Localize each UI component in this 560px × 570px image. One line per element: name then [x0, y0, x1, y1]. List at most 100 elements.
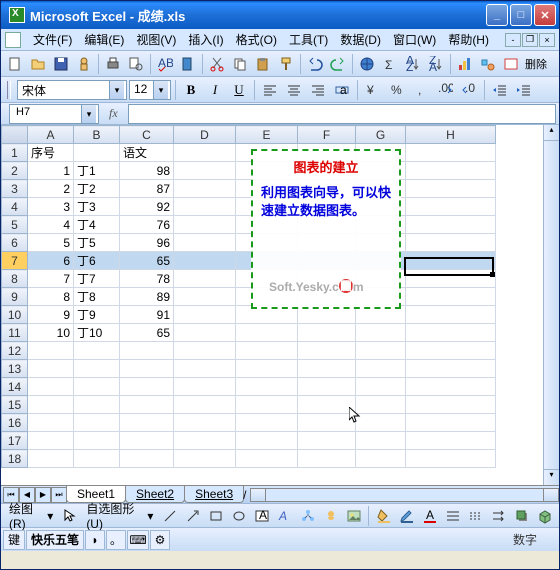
cell-G15[interactable] — [356, 396, 406, 414]
cell-A16[interactable] — [28, 414, 74, 432]
arrow-style-button[interactable] — [488, 505, 509, 527]
select-all-corner[interactable] — [2, 126, 28, 144]
cell-B1[interactable] — [74, 144, 120, 162]
percent-button[interactable]: % — [386, 79, 408, 101]
merge-center-button[interactable]: a — [331, 79, 353, 101]
currency-button[interactable]: ¥ — [362, 79, 384, 101]
row-header-1[interactable]: 1 — [2, 144, 28, 162]
align-right-button[interactable] — [307, 79, 329, 101]
cell-H7[interactable] — [406, 252, 496, 270]
open-button[interactable] — [27, 53, 49, 75]
cell-A18[interactable] — [28, 450, 74, 468]
font-selector[interactable]: 宋体 — [17, 80, 127, 100]
col-header-A[interactable]: A — [28, 126, 74, 144]
cell-F15[interactable] — [298, 396, 356, 414]
line-style-button[interactable] — [442, 505, 463, 527]
formula-input[interactable] — [128, 104, 556, 124]
diagram-button[interactable] — [297, 505, 318, 527]
save-button[interactable] — [50, 53, 72, 75]
cell-D7[interactable] — [174, 252, 236, 270]
cell-B7[interactable]: 丁6 — [74, 252, 120, 270]
cell-A10[interactable]: 9 — [28, 306, 74, 324]
close-button[interactable]: ✕ — [534, 4, 556, 26]
cell-B3[interactable]: 丁2 — [74, 180, 120, 198]
row-header-7[interactable]: 7 — [2, 252, 28, 270]
cell-B15[interactable] — [74, 396, 120, 414]
toolbar-handle[interactable] — [7, 81, 11, 99]
cell-A3[interactable]: 2 — [28, 180, 74, 198]
cell-G18[interactable] — [356, 450, 406, 468]
cell-B14[interactable] — [74, 378, 120, 396]
3d-button[interactable] — [534, 505, 555, 527]
paste-button[interactable] — [252, 53, 274, 75]
cell-D8[interactable] — [174, 270, 236, 288]
bold-button[interactable]: B — [180, 80, 202, 100]
wordart-button[interactable]: A — [274, 505, 295, 527]
cell-D1[interactable] — [174, 144, 236, 162]
row-header-16[interactable]: 16 — [2, 414, 28, 432]
cell-C2[interactable]: 98 — [120, 162, 174, 180]
shadow-button[interactable] — [511, 505, 532, 527]
cell-F11[interactable] — [298, 324, 356, 342]
cell-A17[interactable] — [28, 432, 74, 450]
new-button[interactable] — [4, 53, 26, 75]
cell-H10[interactable] — [406, 306, 496, 324]
cell-C1[interactable]: 语文 — [120, 144, 174, 162]
cell-F12[interactable] — [298, 342, 356, 360]
line-color-button[interactable] — [396, 505, 417, 527]
clipart-button[interactable] — [320, 505, 341, 527]
cell-B16[interactable] — [74, 414, 120, 432]
cell-F14[interactable] — [298, 378, 356, 396]
sort-asc-button[interactable]: AZ — [402, 53, 424, 75]
menu-view[interactable]: 视图(V) — [130, 29, 182, 50]
cell-F13[interactable] — [298, 360, 356, 378]
fill-color-button[interactable] — [373, 505, 394, 527]
cell-G11[interactable] — [356, 324, 406, 342]
menu-data[interactable]: 数据(D) — [334, 29, 387, 50]
spelling-button[interactable]: ABC — [154, 53, 176, 75]
cell-D12[interactable] — [174, 342, 236, 360]
cell-H9[interactable] — [406, 288, 496, 306]
cell-A14[interactable] — [28, 378, 74, 396]
cell-F17[interactable] — [298, 432, 356, 450]
row-header-4[interactable]: 4 — [2, 198, 28, 216]
col-header-E[interactable]: E — [236, 126, 298, 144]
cell-H12[interactable] — [406, 342, 496, 360]
undo-button[interactable] — [304, 53, 326, 75]
autoshapes-menu[interactable]: 自选图形(U) ▾ — [82, 498, 157, 533]
row-header-5[interactable]: 5 — [2, 216, 28, 234]
row-header-9[interactable]: 9 — [2, 288, 28, 306]
cell-C14[interactable] — [120, 378, 174, 396]
row-header-12[interactable]: 12 — [2, 342, 28, 360]
decrease-indent-button[interactable] — [489, 79, 511, 101]
menu-tools[interactable]: 工具(T) — [283, 29, 334, 50]
cell-G13[interactable] — [356, 360, 406, 378]
cell-C18[interactable] — [120, 450, 174, 468]
cell-F16[interactable] — [298, 414, 356, 432]
cell-B8[interactable]: 丁7 — [74, 270, 120, 288]
ime-name[interactable]: 快乐五笔 — [26, 530, 84, 550]
cell-A15[interactable] — [28, 396, 74, 414]
font-color-button[interactable]: A — [419, 505, 440, 527]
cell-C5[interactable]: 76 — [120, 216, 174, 234]
cell-D5[interactable] — [174, 216, 236, 234]
cell-B4[interactable]: 丁3 — [74, 198, 120, 216]
oval-button[interactable] — [228, 505, 249, 527]
cell-H13[interactable] — [406, 360, 496, 378]
ime-punct-icon[interactable]: 。 — [106, 530, 126, 550]
cell-D11[interactable] — [174, 324, 236, 342]
cell-C12[interactable] — [120, 342, 174, 360]
research-button[interactable] — [177, 53, 199, 75]
cell-H17[interactable] — [406, 432, 496, 450]
cell-D3[interactable] — [174, 180, 236, 198]
cell-C17[interactable] — [120, 432, 174, 450]
cell-A1[interactable]: 序号 — [28, 144, 74, 162]
cut-button[interactable] — [206, 53, 228, 75]
print-button[interactable] — [102, 53, 124, 75]
permission-button[interactable] — [73, 53, 95, 75]
cell-G17[interactable] — [356, 432, 406, 450]
cell-A11[interactable]: 10 — [28, 324, 74, 342]
cell-C8[interactable]: 78 — [120, 270, 174, 288]
cell-B6[interactable]: 丁5 — [74, 234, 120, 252]
cell-B12[interactable] — [74, 342, 120, 360]
